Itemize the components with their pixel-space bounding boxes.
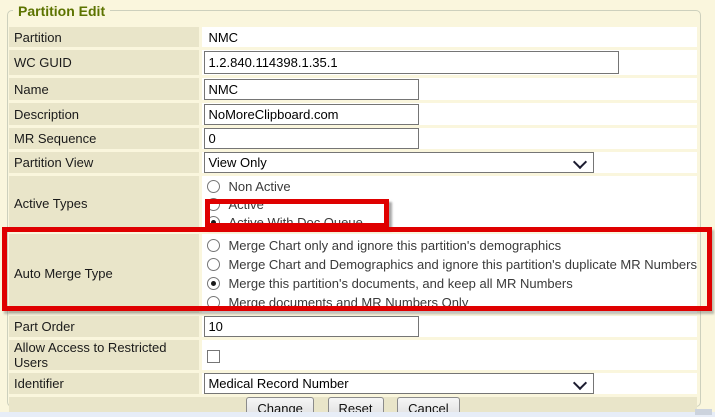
restricted-users-checkbox[interactable] [207,350,220,363]
field-label-allow-access: Allow Access to Restricted Users [9,340,199,370]
fieldset-legend: Partition Edit [13,2,110,20]
field-label-identifier: Identifier [9,373,199,394]
chevron-down-icon [573,376,587,390]
field-label-description: Description [9,103,199,125]
partition-edit-page: Partition Edit Partition NMC WC GUID Nam… [0,0,715,417]
row-description: Description [9,103,697,125]
name-input[interactable] [204,79,419,100]
row-identifier: Identifier Medical Record Number [9,373,697,394]
wc-guid-input[interactable] [204,51,619,74]
radio-option-non-active[interactable]: Non Active [204,177,697,195]
description-input[interactable] [204,104,419,125]
field-label-partition-view: Partition View [9,152,199,173]
identifier-selected-value: Medical Record Number [208,376,348,391]
field-label-active-types: Active Types [9,176,199,231]
row-partition-view: Partition View View Only [9,152,697,173]
field-label-partition: Partition [9,27,199,47]
field-label-part-order: Part Order [9,316,199,337]
row-name: Name [9,78,697,100]
part-order-input[interactable] [204,316,419,337]
highlight-box-auto-merge-type [2,227,712,311]
partition-view-selected-value: View Only [208,155,266,170]
partition-value: NMC [204,30,238,45]
mr-sequence-input[interactable] [204,128,419,149]
chevron-down-icon [573,155,587,169]
row-wc-guid: WC GUID [9,50,697,75]
row-allow-access: Allow Access to Restricted Users [9,340,697,370]
row-mr-sequence: MR Sequence [9,128,697,149]
row-partition: Partition NMC [9,27,697,47]
field-label-mr-sequence: MR Sequence [9,128,199,149]
field-label-wc-guid: WC GUID [9,50,199,75]
page-bottom-strip [0,412,715,417]
partition-view-select[interactable]: View Only [204,152,594,173]
scrollbar-corner [695,409,712,415]
radio-button-icon[interactable] [207,180,220,193]
radio-label: Non Active [228,179,290,194]
field-label-name: Name [9,78,199,100]
highlight-box-active-with-doc-queue [205,199,389,228]
identifier-select[interactable]: Medical Record Number [204,373,594,394]
row-part-order: Part Order [9,316,697,337]
